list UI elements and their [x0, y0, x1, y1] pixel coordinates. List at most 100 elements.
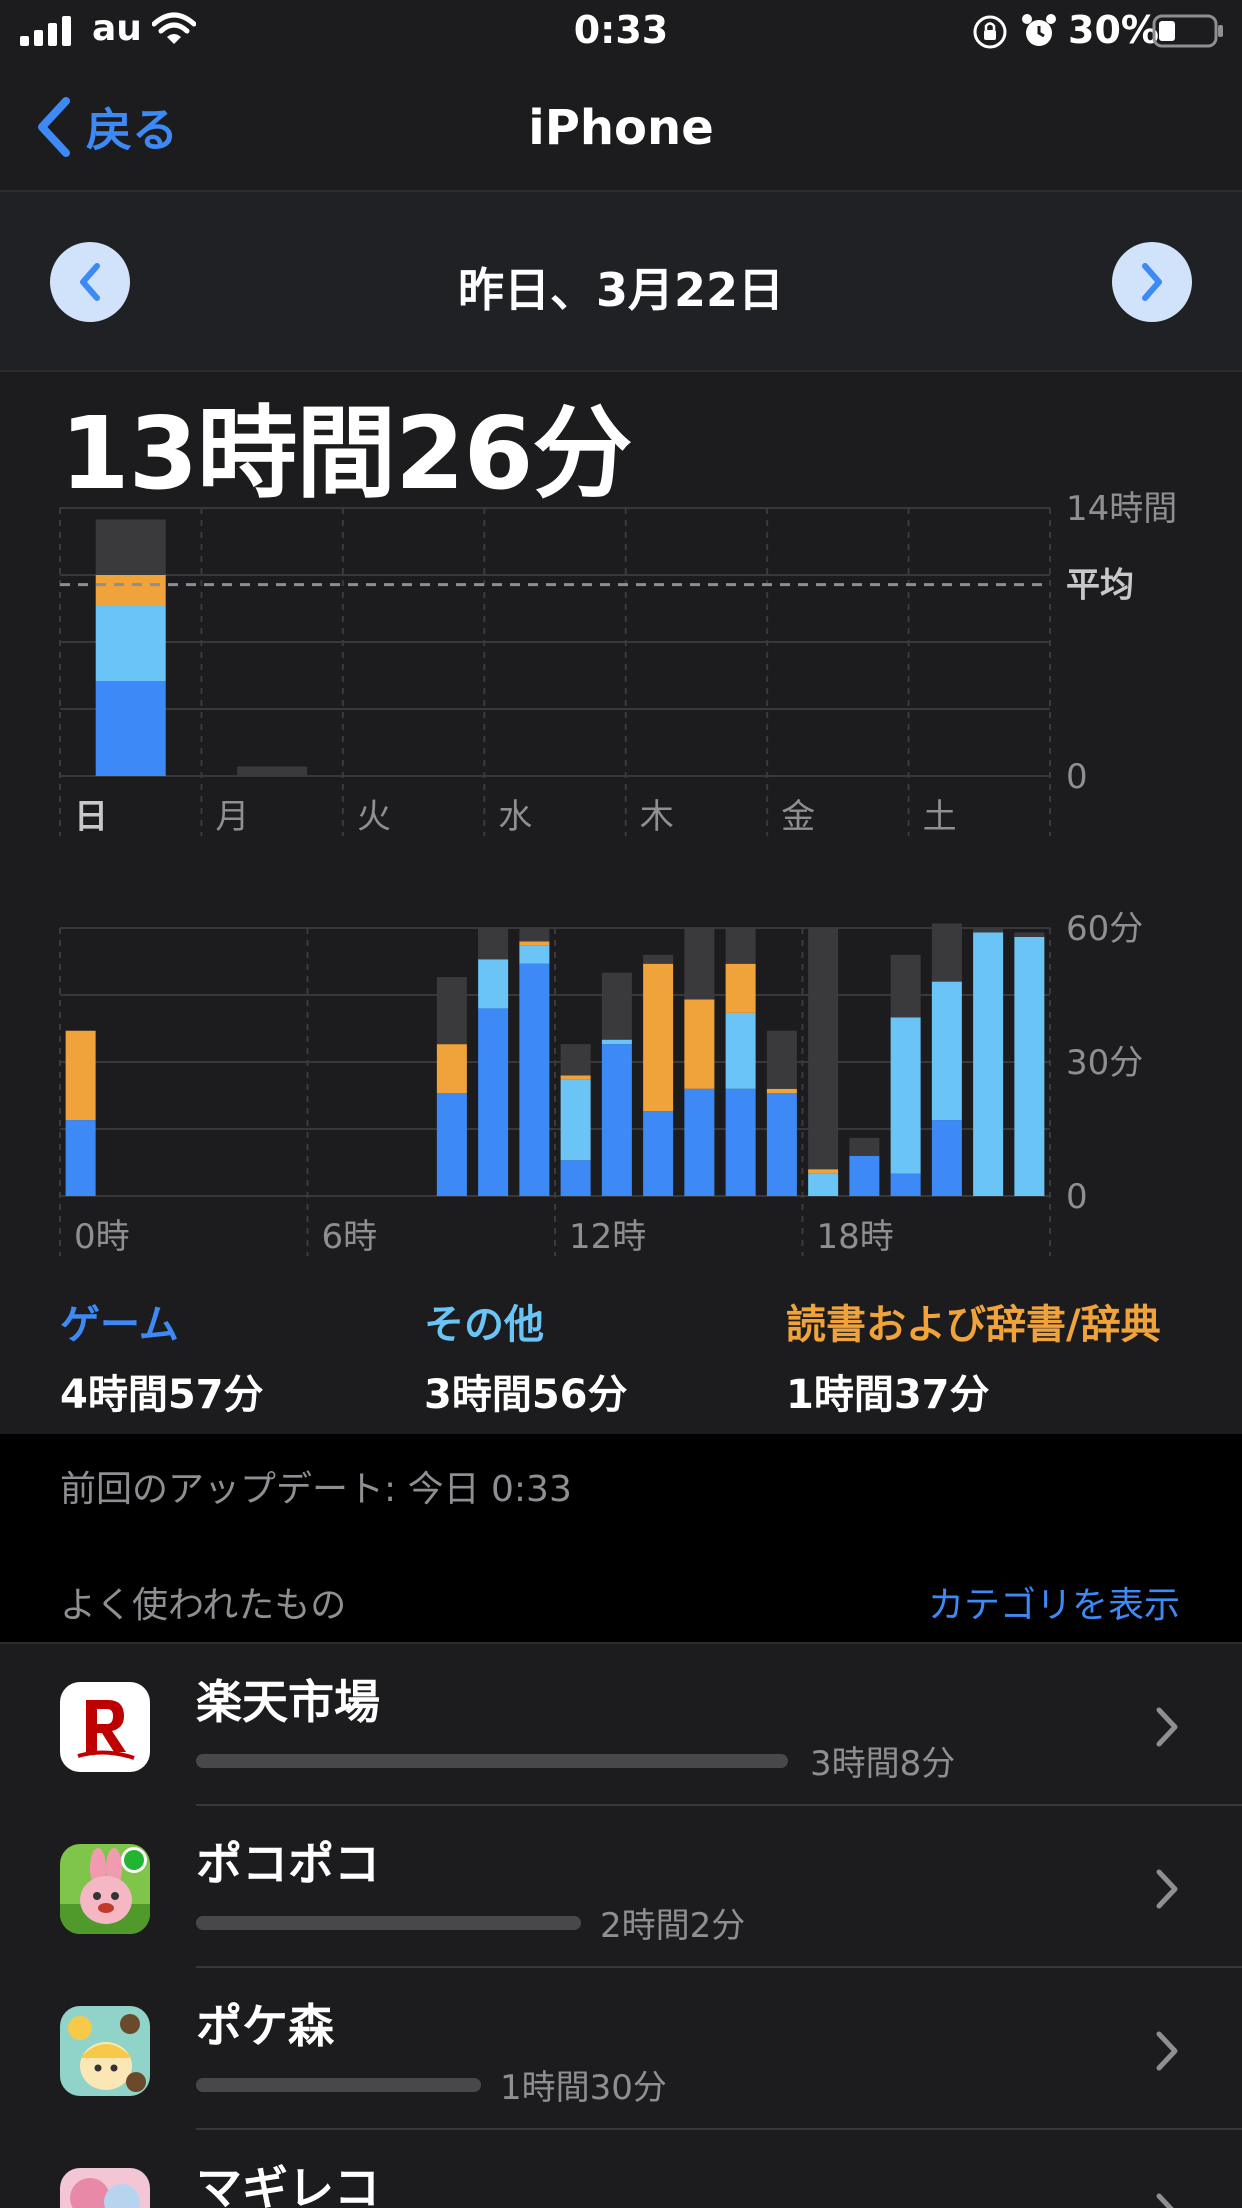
category-totals: ゲーム 4時間57分 その他 3時間56分 読書および辞書/辞典 1時間37分	[60, 1292, 1190, 1418]
category-time: 1時間37分	[786, 1372, 990, 1418]
y-axis-label: 60分	[1066, 909, 1143, 949]
category-time: 3時間56分	[424, 1372, 628, 1418]
date-label: 昨日、3月22日	[457, 263, 785, 317]
bar-segment	[725, 963, 756, 1013]
bar-segment	[601, 1044, 632, 1196]
x-axis-label: 18時	[817, 1217, 894, 1257]
bar-segment	[684, 928, 715, 1000]
category-other: その他 3時間56分	[424, 1292, 628, 1420]
bar-segment	[890, 1017, 921, 1174]
bar-segment	[519, 928, 550, 942]
bar-segment	[684, 1088, 715, 1196]
bar-segment	[560, 1075, 591, 1080]
bar-segment	[931, 981, 962, 1121]
bar-segment	[973, 932, 1004, 1196]
bar-segment	[725, 928, 756, 964]
app-usage-time: 3時間8分	[810, 1744, 956, 1784]
category-reading: 読書および辞書/辞典 1時間37分	[786, 1292, 1161, 1420]
bar-segment	[65, 1030, 96, 1121]
rakuten-icon	[60, 1682, 150, 1772]
category-time: 4時間57分	[60, 1372, 264, 1418]
bar-segment	[478, 959, 509, 1009]
bar-segment	[601, 972, 632, 1040]
most-used-header: よく使われたもの カテゴリを表示	[0, 1570, 1242, 1642]
x-axis-label: 6時	[322, 1217, 378, 1257]
app-row-pokopoko[interactable]: ポコポコ 2時間2分	[0, 1806, 1242, 1968]
category-name: 読書および辞書/辞典	[786, 1302, 1161, 1348]
bar-segment	[560, 1044, 591, 1076]
most-used-title: よく使われたもの	[60, 1585, 347, 1626]
app-name: マギレコ	[196, 2161, 380, 2208]
bar-segment	[560, 1079, 591, 1161]
app-name: 楽天市場	[196, 1675, 380, 1729]
battery-percent: 30%	[1068, 8, 1159, 52]
bar-segment	[808, 1169, 839, 1174]
app-usage-time: 1時間30分	[500, 2068, 667, 2108]
usage-bar	[196, 1754, 788, 1768]
bar-segment	[931, 1120, 962, 1196]
app-name: ポケ森	[196, 1999, 334, 2053]
bar-segment	[519, 945, 550, 964]
category-games: ゲーム 4時間57分	[60, 1292, 264, 1420]
bar-segment	[725, 1088, 756, 1196]
bar-segment	[436, 1044, 467, 1094]
alarm-icon	[1022, 14, 1056, 46]
most-used-app-list: 楽天市場 3時間8分 ポコポコ 2時間2分 ポケ森 1時間30分 マギレコ	[0, 1642, 1242, 2208]
hourly-usage-chart: 60分 30分 0 0時 6時 12時 18時	[59, 909, 1143, 1257]
bar-segment	[931, 923, 962, 982]
bar-segment	[890, 954, 921, 1018]
chevron-right-icon	[1156, 2031, 1178, 2071]
bar-segment	[519, 963, 550, 1196]
date-selector: 昨日、3月22日	[0, 192, 1242, 372]
bar-segment	[849, 1137, 880, 1156]
y-axis-label: 0	[1066, 1177, 1088, 1217]
app-row-pokemori[interactable]: ポケ森 1時間30分	[0, 1968, 1242, 2130]
x-axis-label: 12時	[569, 1217, 646, 1257]
bar-segment	[643, 963, 674, 1112]
category-name: ゲーム	[60, 1302, 179, 1348]
last-updated: 前回のアップデート: 今日 0:33	[60, 1469, 572, 1510]
chevron-right-icon	[1142, 263, 1162, 301]
bar-segment	[65, 1120, 96, 1196]
bar-segment	[766, 1093, 797, 1196]
x-axis-label: 0時	[74, 1217, 130, 1257]
app-row-magireco[interactable]: マギレコ	[0, 2130, 1242, 2208]
bar-segment	[1014, 932, 1045, 937]
category-name: その他	[424, 1302, 544, 1348]
app-usage-time: 2時間2分	[600, 1906, 746, 1946]
bar-segment	[808, 928, 839, 1170]
bar-segment	[643, 1111, 674, 1196]
bar-segment	[519, 941, 550, 946]
chevron-right-icon	[1156, 2193, 1174, 2208]
pokopoko-icon	[60, 1844, 150, 1934]
usage-summary: 13時間26分 14時間 0 日月火水木金土平均 60分 30分 0 0時 6時 12時 18時…	[0, 372, 1242, 1434]
pokemori-icon	[60, 2006, 150, 2096]
orientation-lock-icon	[973, 15, 1007, 49]
navigation-bar: 戻る iPhone	[0, 62, 1242, 192]
bar-segment	[725, 1012, 756, 1089]
next-day-button[interactable]	[1112, 242, 1192, 322]
bar-segment	[849, 1155, 880, 1196]
status-bar: au 0:33 30%	[0, 0, 1242, 62]
usage-bar	[196, 2078, 481, 2092]
show-categories-link[interactable]: カテゴリを表示	[928, 1576, 1180, 1628]
magireco-icon	[60, 2168, 150, 2208]
bar-segment	[436, 1093, 467, 1196]
bar-segment	[601, 1039, 632, 1045]
usage-bar	[196, 1916, 581, 1930]
bar-segment	[684, 999, 715, 1089]
bar-segment	[643, 954, 674, 964]
bar-segment	[436, 977, 467, 1045]
bar-segment	[478, 1008, 509, 1196]
bar-segment	[973, 928, 1004, 933]
chevron-right-icon	[1156, 1707, 1178, 1747]
bar-segment	[560, 1160, 591, 1196]
page-title: iPhone	[528, 100, 714, 156]
app-row-rakuten[interactable]: 楽天市場 3時間8分	[0, 1644, 1242, 1806]
bar-segment	[890, 1173, 921, 1196]
battery-icon	[1152, 14, 1223, 48]
bar-segment	[766, 1030, 797, 1089]
bar-segment	[808, 1173, 839, 1196]
chevron-right-icon	[1156, 1869, 1178, 1909]
y-axis-label: 30分	[1066, 1043, 1143, 1083]
